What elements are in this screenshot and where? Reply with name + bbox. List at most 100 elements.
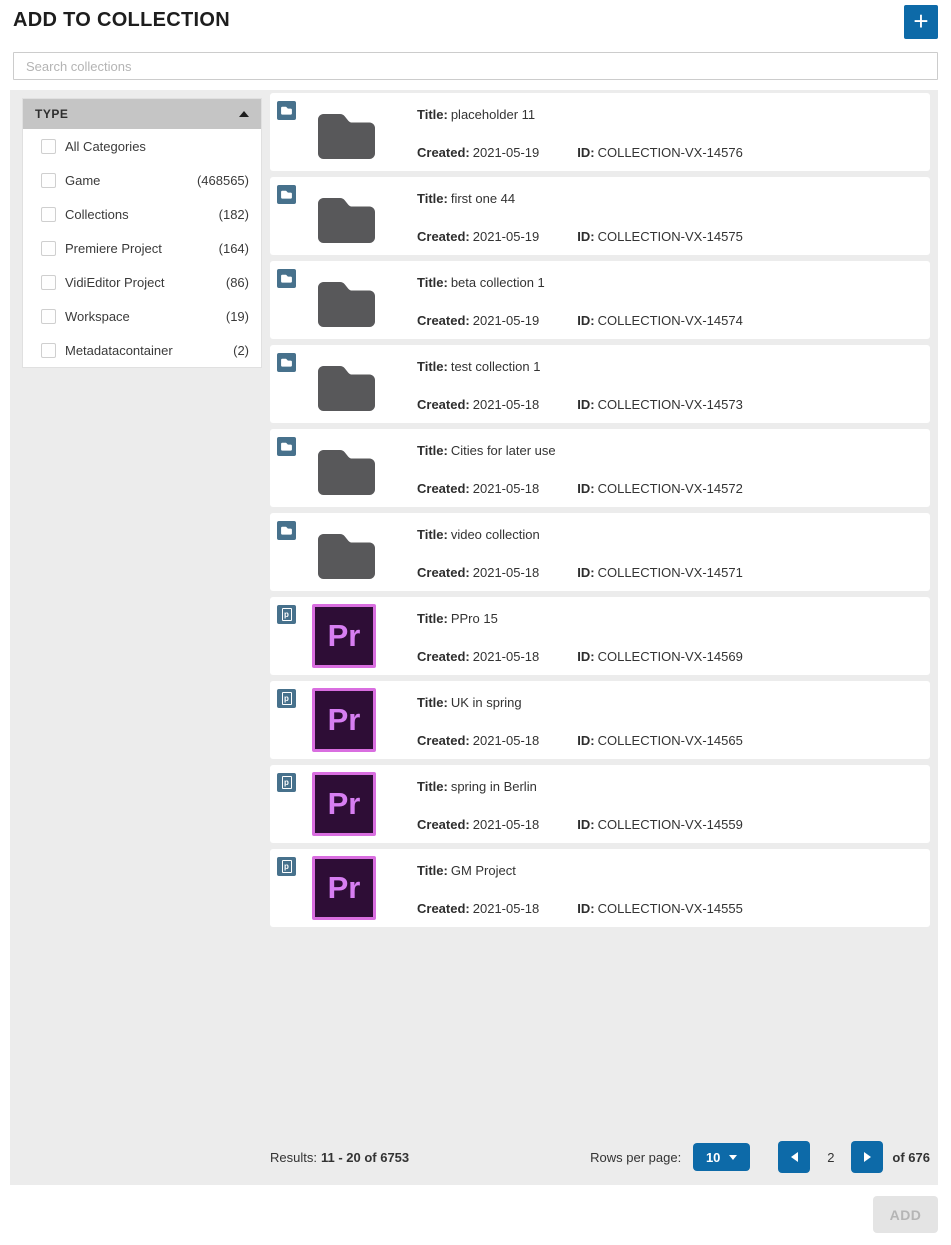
filter-option-label: Premiere Project [65,241,219,256]
id-label: ID: [577,145,594,160]
folder-icon [280,356,293,369]
id-value: COLLECTION-VX-14575 [598,229,743,244]
premiere-document-icon: p [282,860,292,873]
collection-list-item[interactable]: p Pr Title:first one 44 Created:2021-05-… [270,177,930,255]
filter-option-label: VidiEditor Project [65,275,226,290]
created-value: 2021-05-19 [473,313,540,328]
id-value: COLLECTION-VX-14571 [598,565,743,580]
created-label: Created: [417,649,470,664]
checkbox[interactable] [41,173,56,188]
filter-option[interactable]: Collections (182) [23,197,261,231]
prev-page-button[interactable] [778,1141,810,1173]
created-label: Created: [417,565,470,580]
checkbox[interactable] [41,241,56,256]
item-text: Title:spring in Berlin Created:2021-05-1… [417,779,743,832]
collection-list-item[interactable]: p Pr Title:placeholder 11 Created:2021-0… [270,93,930,171]
new-collection-button[interactable]: + [904,5,938,39]
folder-icon [280,440,293,453]
title-label: Title: [417,527,448,542]
created-value: 2021-05-18 [473,649,540,664]
filter-option-count: (182) [219,207,249,222]
item-text: Title:PPro 15 Created:2021-05-18ID:COLLE… [417,611,743,664]
id-label: ID: [577,313,594,328]
filter-option-count: (19) [226,309,249,324]
filter-type-header[interactable]: TYPE [23,99,261,129]
filter-option[interactable]: Premiere Project (164) [23,231,261,265]
premiere-document-icon: p [282,608,292,621]
content-area: TYPE All Categories Game (468565) Collec… [10,90,938,1185]
filter-option[interactable]: All Categories [23,129,261,163]
results-count: Results: 11 - 20 of 6753 [270,1150,409,1165]
id-value: COLLECTION-VX-14572 [598,481,743,496]
plus-icon: + [913,8,928,34]
filter-option-label: All Categories [65,139,249,154]
next-page-button[interactable] [851,1141,883,1173]
collection-type-badge: p [277,605,296,624]
collection-list-item[interactable]: p Pr Title:PPro 15 Created:2021-05-18 ID:… [270,597,930,675]
collection-type-badge: p [277,689,296,708]
checkbox[interactable] [41,275,56,290]
premiere-pro-thumbnail: Pr [312,856,376,920]
folder-icon [280,104,293,117]
filter-options: All Categories Game (468565) Collections… [23,129,261,367]
created-value: 2021-05-18 [473,481,540,496]
add-button[interactable]: ADD [873,1196,938,1233]
results-value: 11 - 20 of 6753 [321,1150,409,1165]
rows-per-page-dropdown[interactable]: 10 [693,1143,750,1171]
folder-thumbnail [318,114,375,159]
collection-list-item[interactable]: p Pr Title:Cities for later use Created:… [270,429,930,507]
collection-list-item[interactable]: p Pr Title:beta collection 1 Created:202… [270,261,930,339]
id-label: ID: [577,649,594,664]
checkbox[interactable] [41,139,56,154]
premiere-pro-logo-text: Pr [328,618,361,654]
results-label: Results: [270,1150,317,1165]
collection-list-item[interactable]: p Pr Title:UK in spring Created:2021-05-… [270,681,930,759]
title-value: first one 44 [451,191,515,206]
title-label: Title: [417,611,448,626]
checkbox[interactable] [41,309,56,324]
premiere-document-icon: p [282,692,292,705]
checkbox[interactable] [41,207,56,222]
folder-icon [280,188,293,201]
title-value: placeholder 11 [451,107,535,122]
id-label: ID: [577,565,594,580]
id-label: ID: [577,901,594,916]
rows-per-page-label: Rows per page: [590,1150,681,1165]
collection-list-item[interactable]: p Pr Title:video collection Created:2021… [270,513,930,591]
created-label: Created: [417,397,470,412]
total-pages: of 676 [892,1150,930,1165]
collapse-arrow-icon [239,111,249,117]
title-value: video collection [451,527,540,542]
title-label: Title: [417,863,448,878]
filter-option[interactable]: Game (468565) [23,163,261,197]
item-text: Title:UK in spring Created:2021-05-18ID:… [417,695,743,748]
id-value: COLLECTION-VX-14573 [598,397,743,412]
filter-option[interactable]: VidiEditor Project (86) [23,265,261,299]
filter-option-count: (86) [226,275,249,290]
filter-option-count: (468565) [197,173,249,188]
filter-option[interactable]: Workspace (19) [23,299,261,333]
id-value: COLLECTION-VX-14559 [598,817,743,832]
search-input[interactable] [13,52,938,80]
item-text: Title:test collection 1 Created:2021-05-… [417,359,743,412]
title-value: PPro 15 [451,611,498,626]
page-title: ADD TO COLLECTION [13,9,230,32]
id-label: ID: [577,397,594,412]
filter-option[interactable]: Metadatacontainer (2) [23,333,261,367]
premiere-pro-logo-text: Pr [328,786,361,822]
collection-list-item[interactable]: p Pr Title:GM Project Created:2021-05-18… [270,849,930,927]
current-page: 2 [827,1150,834,1165]
folder-thumbnail [318,450,375,495]
filter-option-label: Metadatacontainer [65,343,233,358]
created-value: 2021-05-18 [473,817,540,832]
item-text: Title:beta collection 1 Created:2021-05-… [417,275,743,328]
created-label: Created: [417,733,470,748]
checkbox[interactable] [41,343,56,358]
title-value: test collection 1 [451,359,541,374]
collection-list-item[interactable]: p Pr Title:spring in Berlin Created:2021… [270,765,930,843]
created-value: 2021-05-18 [473,901,540,916]
title-label: Title: [417,191,448,206]
filter-title: TYPE [35,107,68,121]
collection-list-item[interactable]: p Pr Title:test collection 1 Created:202… [270,345,930,423]
filter-option-count: (164) [219,241,249,256]
